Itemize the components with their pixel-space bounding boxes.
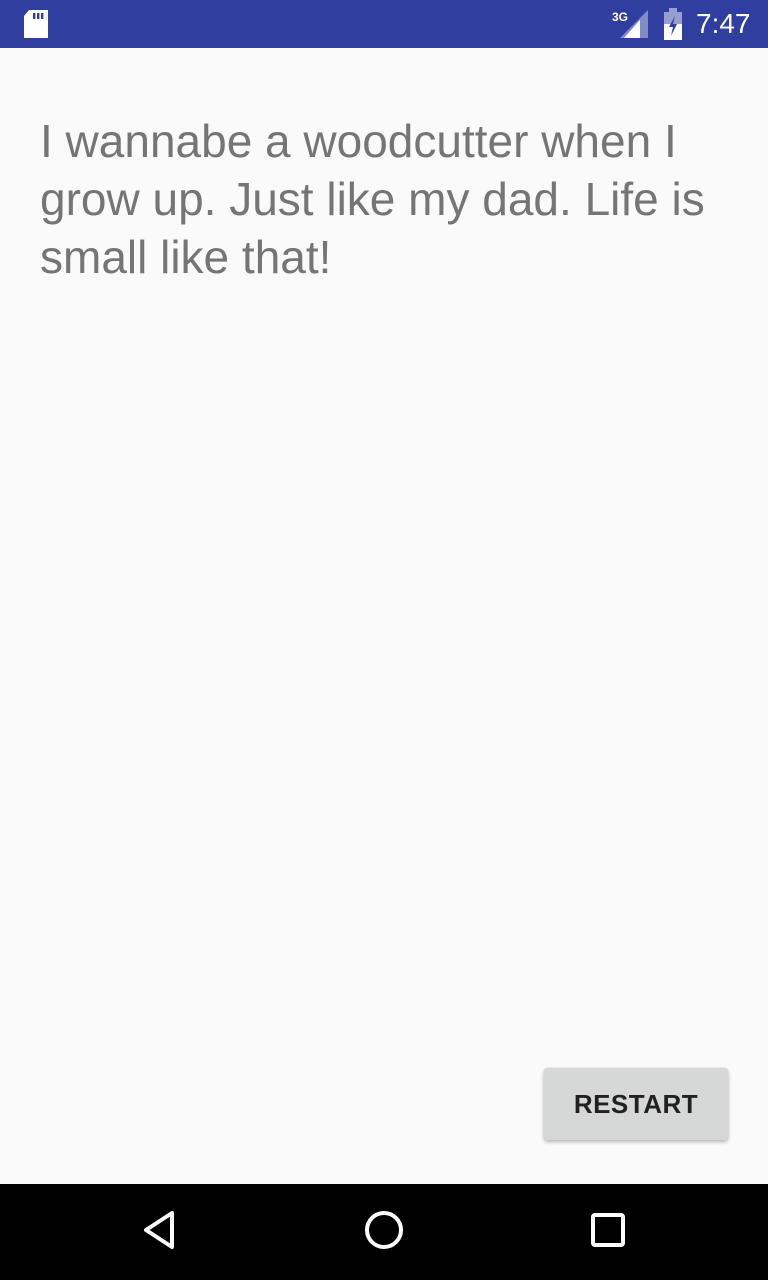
home-icon (364, 1210, 404, 1255)
navigation-bar (0, 1184, 768, 1280)
home-button[interactable] (360, 1208, 408, 1256)
status-bar: 3G 7:47 (0, 0, 768, 48)
svg-text:3G: 3G (612, 10, 628, 24)
back-icon (142, 1210, 178, 1255)
battery-icon (662, 8, 684, 40)
sd-card-icon (24, 10, 48, 38)
restart-button[interactable]: RESTART (544, 1068, 728, 1140)
status-time: 7:47 (696, 8, 751, 39)
recents-icon (590, 1212, 626, 1253)
recents-button[interactable] (584, 1208, 632, 1256)
message-text: I wannabe a woodcutter when I grow up. J… (40, 115, 705, 283)
app-screen: 3G 7:47 I wannabe a woodcutter when I gr… (0, 0, 768, 1280)
signal-icon: 3G (610, 8, 650, 40)
back-button[interactable] (136, 1208, 184, 1256)
